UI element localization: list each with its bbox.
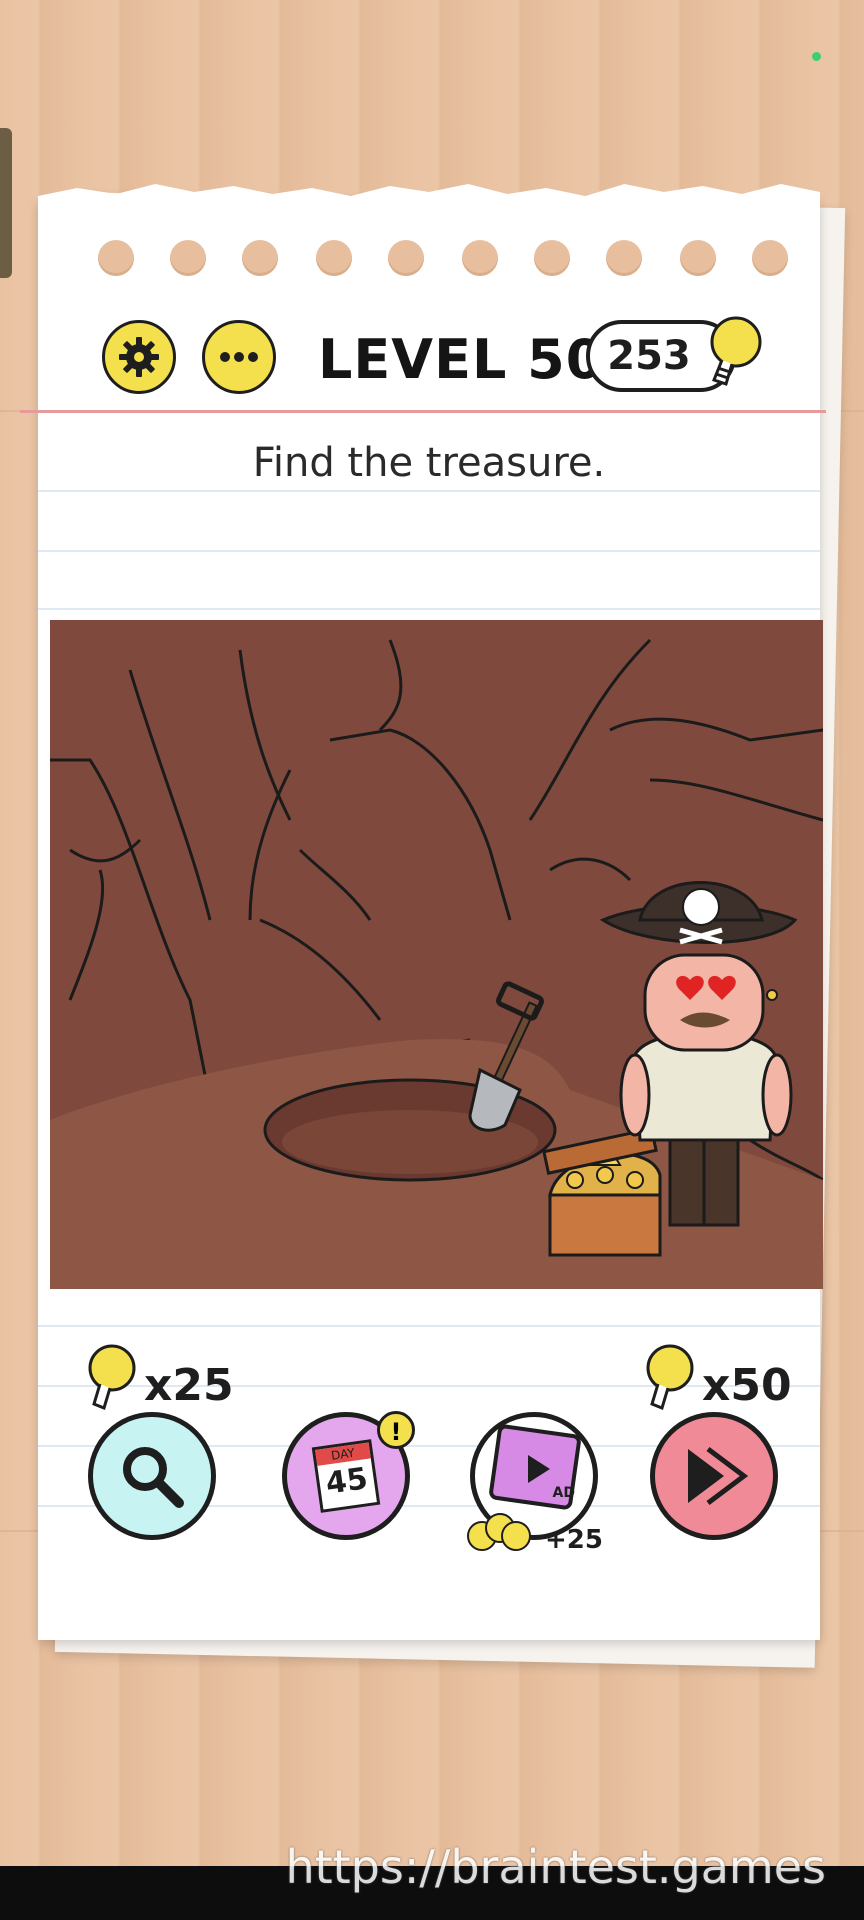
ad-label: AD [552, 1485, 575, 1501]
binder-hole [534, 240, 570, 276]
film-play-icon [489, 1424, 581, 1510]
gear-icon [119, 337, 159, 377]
magnifier-icon [123, 1447, 184, 1508]
binder-hole [680, 240, 716, 276]
search-hint-button[interactable] [88, 1412, 216, 1540]
watch-ad-button[interactable]: AD +25 [467, 1412, 603, 1555]
bulb-cluster-icon [467, 1513, 531, 1551]
binder-hole [316, 240, 352, 276]
lightbulb-icon [710, 316, 762, 386]
question-text: Find the treasure. [252, 440, 606, 486]
binder-hole [170, 240, 206, 276]
skip-cost: x50 [702, 1360, 792, 1411]
binder-hole [752, 240, 788, 276]
binder-hole [606, 240, 642, 276]
paper-line [38, 608, 820, 610]
margin-line [20, 410, 826, 413]
skip-icon [688, 1447, 749, 1505]
lightbulb-icon [88, 1344, 136, 1411]
status-dot [812, 52, 821, 61]
search-cost: x25 [144, 1360, 234, 1411]
alert-badge: ! [377, 1411, 415, 1449]
daily-challenge-button[interactable]: DAY 45 ! [282, 1411, 415, 1540]
treasure-chest-icon[interactable] [542, 1127, 662, 1257]
day-number: 45 [323, 1461, 370, 1502]
paper-line [38, 490, 820, 492]
binder-hole [242, 240, 278, 276]
puzzle-scene[interactable] [50, 620, 823, 1289]
hint-count: 253 [607, 333, 691, 379]
binder-hole [462, 240, 498, 276]
calendar-icon: DAY 45 [311, 1439, 381, 1513]
paper-line [38, 1325, 820, 1327]
binder-hole [98, 240, 134, 276]
more-dots-icon [220, 352, 258, 362]
torn-edge [38, 184, 820, 212]
lightbulb-icon [646, 1344, 694, 1411]
more-button[interactable] [202, 320, 276, 394]
notebook-page: LEVEL 509 253 Find the treasure. x25 x50… [20, 184, 826, 1640]
cave-scene [50, 638, 823, 1289]
side-handle[interactable] [0, 128, 12, 278]
paper-line [38, 550, 820, 552]
settings-button[interactable] [102, 320, 176, 394]
ad-reward: +25 [545, 1525, 603, 1555]
watermark-url[interactable]: https://braintest.games [285, 1840, 826, 1894]
skip-level-button[interactable] [650, 1412, 778, 1540]
binder-hole [388, 240, 424, 276]
